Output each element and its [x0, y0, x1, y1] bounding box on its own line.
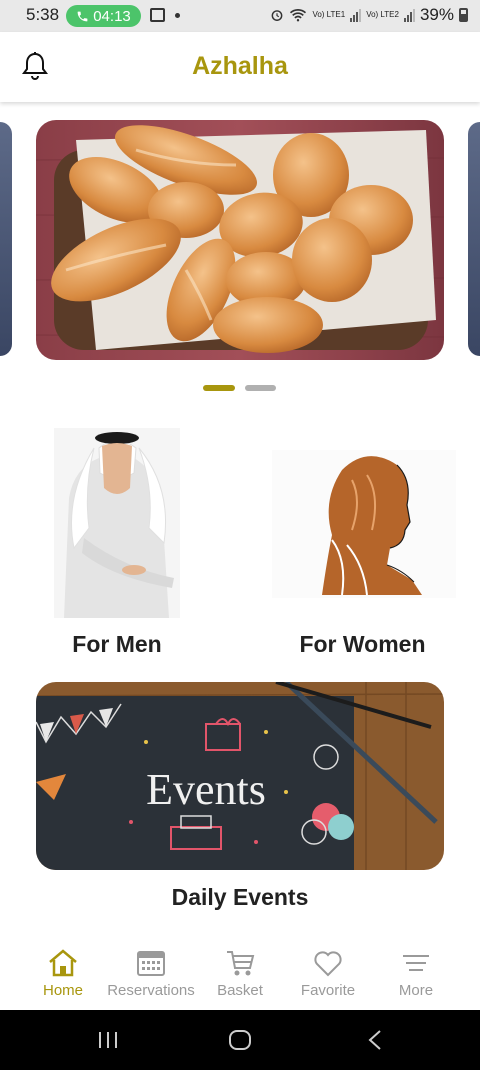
carousel-dot-1[interactable]	[203, 385, 235, 391]
menu-icon	[403, 955, 429, 971]
bread-basket-image	[36, 120, 444, 360]
daily-events-title[interactable]: Daily Events	[0, 884, 480, 911]
nav-reservations[interactable]: Reservations	[104, 948, 198, 999]
woman-hijab-illustration	[322, 456, 422, 596]
signal-1-icon	[350, 8, 362, 22]
alarm-icon	[272, 10, 283, 21]
calendar-icon	[137, 951, 165, 976]
events-chalkboard-image: Events	[36, 682, 444, 870]
call-timer: 04:13	[93, 7, 131, 25]
signal-2-icon	[403, 8, 415, 22]
recent-apps-icon[interactable]	[96, 1030, 120, 1050]
wifi-icon	[290, 9, 307, 22]
home-button-icon[interactable]	[228, 1029, 252, 1051]
nav-home[interactable]: Home	[38, 948, 88, 999]
carousel-next-slide-peek[interactable]	[468, 122, 480, 356]
nav-basket[interactable]: Basket	[210, 948, 270, 999]
system-navigation-bar	[0, 1010, 480, 1070]
carousel-dot-2[interactable]	[245, 385, 276, 391]
nav-home-label: Home	[42, 982, 83, 999]
nav-more[interactable]: More	[390, 948, 442, 999]
app-header: Azhalha	[0, 32, 480, 102]
nav-reservations-label: Reservations	[107, 982, 195, 999]
back-icon[interactable]	[366, 1029, 384, 1051]
battery-icon	[459, 8, 468, 22]
gallery-icon	[150, 8, 165, 22]
notification-dot-icon	[175, 13, 180, 18]
nav-basket-label: Basket	[217, 982, 263, 999]
call-timer-pill[interactable]: 04:13	[66, 5, 141, 27]
nav-more-label: More	[398, 982, 434, 999]
home-icon	[49, 949, 77, 977]
for-men-label[interactable]: For Men	[40, 631, 194, 658]
status-time: 5:38	[26, 5, 60, 24]
sim1-label: Vo) LTE1	[312, 10, 346, 19]
nav-favorite-label: Favorite	[300, 982, 356, 999]
carousel-slide-bread[interactable]	[36, 120, 444, 360]
for-men-image[interactable]	[54, 428, 180, 618]
phone-icon	[77, 11, 88, 21]
nav-favorite[interactable]: Favorite	[296, 948, 360, 999]
app-title: Azhalha	[192, 52, 288, 80]
status-icons: Vo) LTE1 Vo) LTE2 39%	[270, 5, 468, 25]
daily-events-card[interactable]: Events	[36, 682, 444, 870]
cart-icon	[227, 951, 255, 976]
for-women-image[interactable]	[272, 450, 456, 598]
events-card-text: Events	[146, 765, 266, 814]
sim2-label: Vo) LTE2	[366, 10, 399, 19]
status-bar: 5:38 04:13 Vo) LTE1 Vo) LTE2 39%	[0, 0, 480, 32]
man-illustration	[64, 432, 174, 618]
for-women-label[interactable]: For Women	[280, 631, 445, 658]
carousel-prev-slide-peek[interactable]	[0, 122, 12, 356]
bottom-navigation: Home Reservations Basket Favorite More	[0, 940, 480, 1010]
battery-percent: 39%	[419, 5, 454, 24]
heart-icon	[314, 951, 342, 977]
